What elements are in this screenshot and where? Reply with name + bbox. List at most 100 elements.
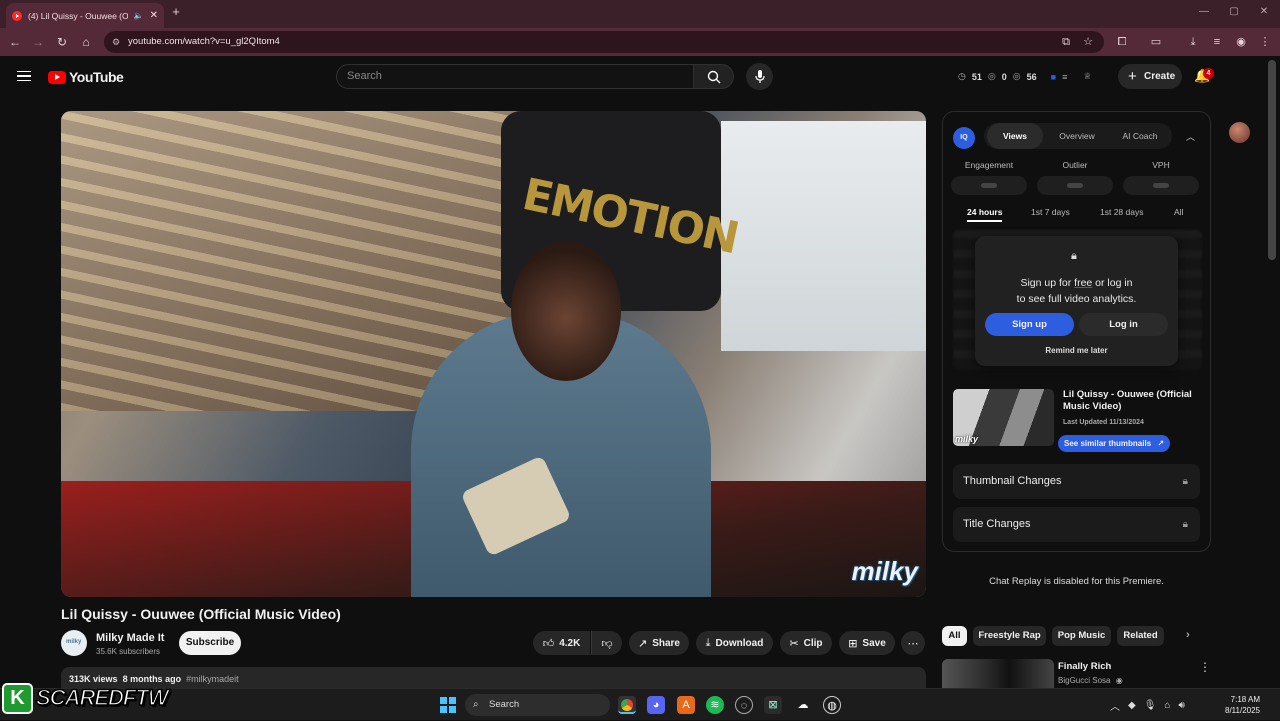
new-tab-icon[interactable]: + <box>168 4 184 19</box>
like-button[interactable]: 👍︎ 4.2K <box>533 631 590 655</box>
maximize-icon[interactable]: ▢ <box>1226 6 1242 17</box>
range-first-28-days[interactable]: 1st 28 days <box>1100 207 1143 217</box>
create-button[interactable]: + Create <box>1118 64 1182 89</box>
save-label: Save <box>862 637 886 649</box>
discord-icon[interactable]: ◕ <box>647 696 665 714</box>
menu-icon[interactable] <box>17 71 31 81</box>
chip-pop-music[interactable]: Pop Music <box>1052 626 1111 646</box>
back-icon[interactable]: ← <box>7 34 23 50</box>
search-button[interactable] <box>693 64 734 89</box>
bookmark-star-icon[interactable]: ☆ <box>1080 34 1096 50</box>
tray-app-icon[interactable]: ◆ <box>1128 700 1136 711</box>
windows-taskbar: ⌕ Search ◕ A ≋ ◌ ⊠ ☁ ◍ ︿ ◆ 🎙︎ ⌂ 🔊︎ 7:18 … <box>0 688 1280 720</box>
forward-icon[interactable]: → <box>30 34 46 50</box>
subscribe-button[interactable]: Subscribe <box>179 631 241 655</box>
chip-all[interactable]: All <box>942 626 967 646</box>
range-all[interactable]: All <box>1174 207 1183 217</box>
clock-date: 8/11/2025 <box>1225 706 1260 715</box>
app-terminal-icon[interactable]: ⊠ <box>764 696 782 714</box>
download-button[interactable]: ⤓ Download <box>696 631 773 655</box>
dislike-button[interactable]: 👎︎ <box>591 631 622 655</box>
profile-icon[interactable]: ◉ <box>1233 34 1249 50</box>
page-scrollbar[interactable] <box>1268 60 1276 260</box>
signup-message: Sign up for free or log in to see full v… <box>975 275 1178 307</box>
windows-start-icon[interactable] <box>440 697 456 713</box>
window-close-icon[interactable]: ✕ <box>1256 6 1272 17</box>
range-first-7-days[interactable]: 1st 7 days <box>1031 207 1070 217</box>
lock-icon: 🔒︎ <box>1182 519 1188 530</box>
chevron-right-icon[interactable]: › <box>1186 629 1190 641</box>
browser-menu-icon[interactable]: ⋮ <box>1257 34 1273 50</box>
trophy-icon[interactable]: ♕ <box>1083 71 1091 82</box>
iq-logo: IQ <box>953 127 975 149</box>
spotify-icon[interactable]: ≋ <box>706 696 724 714</box>
app-a-icon[interactable]: A <box>677 696 695 714</box>
browser-tab-strip: (4) Lil Quissy - Ouuwee (Offi 🔈 ✕ + — ▢ … <box>0 0 1280 28</box>
login-button[interactable]: Log in <box>1079 313 1168 336</box>
reading-list-icon[interactable]: ≡ <box>1209 34 1225 50</box>
cast-icon[interactable]: ⧉ <box>1058 34 1074 50</box>
audio-playing-icon[interactable]: 🔈 <box>134 11 144 20</box>
taskbar-clock[interactable]: 7:18 AM 8/11/2025 <box>1210 694 1260 716</box>
video-player[interactable]: EMOTION milky <box>61 111 926 597</box>
video-title: Lil Quissy - Ouuwee (Official Music Vide… <box>61 606 341 622</box>
voice-search-button[interactable] <box>746 63 773 90</box>
extensions-icon[interactable]: ⧠ <box>1114 34 1130 50</box>
title-changes-row[interactable]: Title Changes 🔒︎ <box>953 507 1200 542</box>
range-24-hours[interactable]: 24 hours <box>967 207 1003 222</box>
vidiq-icon[interactable]: ■ <box>1051 72 1056 82</box>
recommended-thumbnail[interactable] <box>942 659 1054 689</box>
taskbar-search[interactable]: ⌕ Search <box>465 694 610 716</box>
chip-freestyle-rap[interactable]: Freestyle Rap <box>973 626 1046 646</box>
recommended-more-icon[interactable]: ⋮ <box>1199 660 1211 674</box>
share-button[interactable]: ↗ Share <box>629 631 689 655</box>
split-view-icon[interactable]: ▭ <box>1148 34 1164 50</box>
chrome-icon[interactable] <box>618 696 636 714</box>
home-icon[interactable]: ⌂ <box>78 34 94 50</box>
lock-icon: 🔒︎ <box>1182 476 1188 487</box>
tray-network-icon[interactable]: ⌂ <box>1164 700 1170 711</box>
app-cloud-icon[interactable]: ☁ <box>794 696 812 714</box>
clock-time: 7:18 AM <box>1230 695 1260 704</box>
lock-icon: 🔒︎ <box>1071 250 1077 262</box>
recommended-channel[interactable]: BigGucci Sosa ◉ <box>1058 676 1123 685</box>
tab-views[interactable]: Views <box>987 123 1043 149</box>
tab-ai-coach[interactable]: AI Coach <box>1110 123 1170 149</box>
collapse-chevron-up-icon[interactable]: ︿ <box>1186 130 1195 143</box>
app-circle-icon[interactable]: ◌ <box>735 696 753 714</box>
thumbnail-changes-row[interactable]: Thumbnail Changes 🔒︎ <box>953 464 1200 499</box>
metric-vph-label: VPH <box>1152 160 1170 170</box>
save-button[interactable]: ⊞ Save <box>839 631 895 655</box>
user-avatar[interactable] <box>1229 122 1250 143</box>
clip-label: Clip <box>803 637 823 649</box>
minimize-icon[interactable]: — <box>1196 6 1212 17</box>
reload-icon[interactable]: ↻ <box>54 34 70 50</box>
recommended-title[interactable]: Finally Rich <box>1058 661 1111 672</box>
tray-volume-icon[interactable]: 🔊︎ <box>1178 700 1184 711</box>
tab-overview[interactable]: Overview <box>1048 123 1106 149</box>
browser-tab[interactable]: (4) Lil Quissy - Ouuwee (Offi 🔈 ✕ <box>6 3 164 28</box>
more-actions-button[interactable]: ⋯ <box>901 631 925 655</box>
clip-button[interactable]: ✂ Clip <box>780 631 832 655</box>
hashtag-link[interactable]: #milkymadeit <box>186 674 239 684</box>
remind-later-link[interactable]: Remind me later <box>975 346 1178 355</box>
signup-button[interactable]: Sign up <box>985 313 1074 336</box>
search-input[interactable]: Search <box>336 64 694 89</box>
youtube-logo[interactable]: YouTube <box>48 69 124 85</box>
tab-close-icon[interactable]: ✕ <box>150 10 158 21</box>
extension-stats[interactable]: ◷ 51 ◎ 0 ◎ 56 ■ ≡ ♕ <box>958 71 1091 82</box>
site-info-icon[interactable]: ⚙ <box>112 31 120 53</box>
analytics-panel: IQ Views Overview AI Coach ︿ Engagement … <box>942 111 1211 552</box>
channel-name[interactable]: Milky Made It <box>96 632 164 644</box>
channel-avatar[interactable]: milky <box>61 630 87 656</box>
downloads-icon[interactable]: ⤓ <box>1185 34 1201 50</box>
chip-related[interactable]: Related <box>1117 626 1164 646</box>
search-icon: ⌕ <box>473 699 479 710</box>
list-icon[interactable]: ≡ <box>1062 72 1067 82</box>
thumbnail-video-title: Lil Quissy - Ouuwee (Official Music Vide… <box>1063 389 1192 412</box>
app-steam-icon[interactable]: ◍ <box>823 696 841 714</box>
tray-overflow-chevron-icon[interactable]: ︿ <box>1110 698 1120 713</box>
tray-mic-icon[interactable]: 🎙︎ <box>1144 700 1157 711</box>
address-bar[interactable]: ⚙ youtube.com/watch?v=u_gl2QItom4 <box>104 31 1104 53</box>
see-similar-thumbnails-button[interactable]: See similar thumbnails ↗ <box>1058 435 1170 452</box>
